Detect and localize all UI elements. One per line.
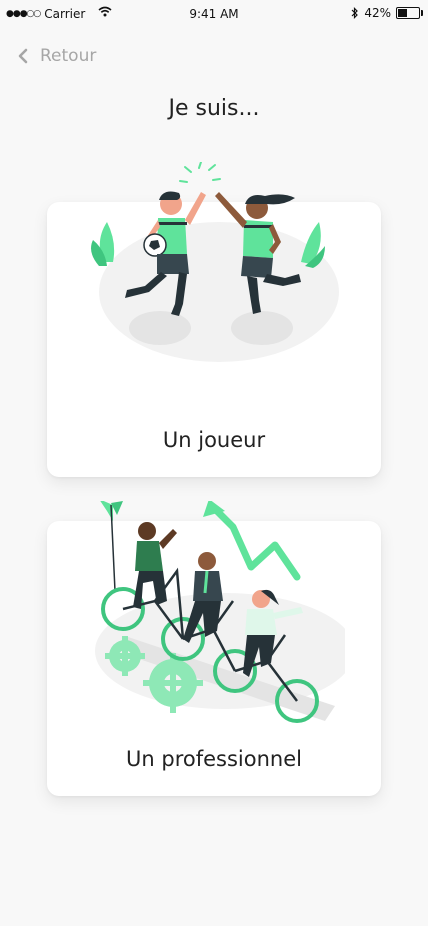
chevron-left-icon <box>18 48 28 64</box>
battery-percent: 42% <box>364 6 391 20</box>
bluetooth-icon <box>351 7 359 19</box>
team-cycling-illustration <box>95 501 345 723</box>
page-title: Je suis... <box>168 96 260 121</box>
choice-label-player: Un joueur <box>162 428 266 452</box>
battery-level <box>398 9 408 17</box>
status-right: 42% <box>351 6 423 20</box>
choice-label-professional: Un professionnel <box>126 747 302 771</box>
soccer-players-illustration <box>91 162 339 362</box>
choice-card-professional[interactable]: Un professionnel <box>47 501 381 796</box>
battery-icon <box>396 7 423 19</box>
choice-card-player[interactable]: Un joueur <box>47 162 381 477</box>
back-label: Retour <box>40 46 97 66</box>
back-button[interactable]: Retour <box>18 46 96 66</box>
status-bar: ●●●○○ Carrier 9:41 AM 42% <box>0 0 428 28</box>
